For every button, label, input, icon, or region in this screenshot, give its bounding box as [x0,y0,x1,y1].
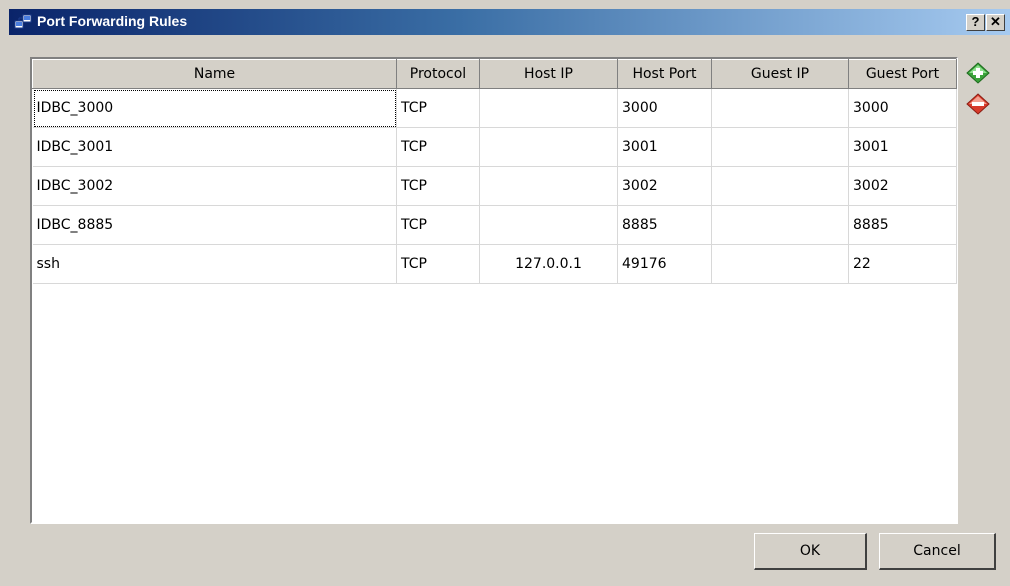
cell-name[interactable]: ssh [32,244,397,284]
network-icon [14,14,32,29]
cell-guest-port[interactable]: 3000 [848,88,957,128]
cell-protocol[interactable]: TCP [396,166,480,206]
cell-guest-port[interactable]: 22 [848,244,957,284]
column-header-host-port[interactable]: Host Port [617,59,712,89]
remove-rule-icon[interactable] [966,93,990,115]
help-button[interactable]: ? [966,14,985,31]
cell-host-port[interactable]: 3002 [617,166,712,206]
rules-table: Name Protocol Host IP Host Port Guest IP… [32,59,957,284]
cell-host-port[interactable]: 3000 [617,88,712,128]
cell-host-port[interactable]: 49176 [617,244,712,284]
cell-host-port[interactable]: 3001 [617,127,712,167]
cell-name[interactable]: IDBC_8885 [32,205,397,245]
cell-guest-port[interactable]: 3002 [848,166,957,206]
cell-protocol[interactable]: TCP [396,88,480,128]
column-header-name[interactable]: Name [32,59,397,89]
cell-guest-ip[interactable] [711,244,849,284]
table-row[interactable]: IDBC_3000 TCP 3000 3000 [32,88,957,128]
cell-name[interactable]: IDBC_3000 [32,88,397,128]
column-header-guest-port[interactable]: Guest Port [848,59,957,89]
cell-guest-ip[interactable] [711,205,849,245]
cancel-button[interactable]: Cancel [879,533,996,570]
cell-name[interactable]: IDBC_3001 [32,127,397,167]
title-bar[interactable]: Port Forwarding Rules ? ✕ [9,9,1010,35]
cell-guest-ip[interactable] [711,88,849,128]
table-header: Name Protocol Host IP Host Port Guest IP… [32,59,957,89]
cell-protocol[interactable]: TCP [396,244,480,284]
cell-name[interactable]: IDBC_3002 [32,166,397,206]
column-header-guest-ip[interactable]: Guest IP [711,59,849,89]
cell-host-ip[interactable]: 127.0.0.1 [479,244,618,284]
cell-guest-ip[interactable] [711,166,849,206]
cell-guest-port[interactable]: 8885 [848,205,957,245]
cell-protocol[interactable]: TCP [396,127,480,167]
dialog-title: Port Forwarding Rules [37,13,188,29]
table-row[interactable]: ssh TCP 127.0.0.1 49176 22 [32,244,957,284]
cell-guest-ip[interactable] [711,127,849,167]
port-forwarding-dialog: Port Forwarding Rules ? ✕ Name Protocol … [0,0,1010,586]
ok-button[interactable]: OK [754,533,867,570]
cell-host-ip[interactable] [479,166,618,206]
cell-host-ip[interactable] [479,88,618,128]
cell-protocol[interactable]: TCP [396,205,480,245]
close-button[interactable]: ✕ [986,14,1005,31]
cell-guest-port[interactable]: 3001 [848,127,957,167]
cell-host-ip[interactable] [479,205,618,245]
cell-host-ip[interactable] [479,127,618,167]
table-row[interactable]: IDBC_3001 TCP 3001 3001 [32,127,957,167]
add-rule-icon[interactable] [966,62,990,84]
column-header-host-ip[interactable]: Host IP [479,59,618,89]
cell-host-port[interactable]: 8885 [617,205,712,245]
table-row[interactable]: IDBC_3002 TCP 3002 3002 [32,166,957,206]
rules-table-frame: Name Protocol Host IP Host Port Guest IP… [30,57,958,524]
table-row[interactable]: IDBC_8885 TCP 8885 8885 [32,205,957,245]
column-header-protocol[interactable]: Protocol [396,59,480,89]
